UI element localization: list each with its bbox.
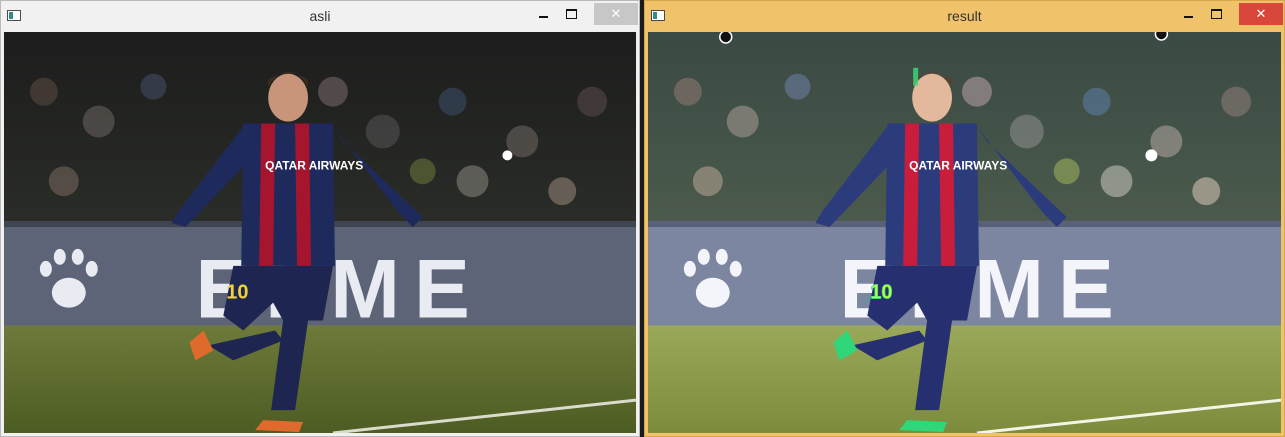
photo-result: ELME 10 QATAR AIRWAYS: [648, 32, 1281, 433]
sponsor-text: QATAR AIRWAYS: [909, 158, 1007, 172]
close-icon: ✕: [1255, 6, 1267, 21]
minimize-icon: [1183, 16, 1193, 18]
title-bar[interactable]: result ✕: [645, 1, 1284, 31]
title-bar[interactable]: asli ✕: [1, 1, 639, 31]
sponsor-text: QATAR AIRWAYS: [265, 158, 363, 172]
minimize-icon: [538, 16, 548, 18]
image-view-asli: ELME 10 QATAR AIRWAYS: [4, 32, 636, 433]
maximize-button[interactable]: [1194, 3, 1238, 25]
light-spot: [502, 150, 513, 161]
maximize-button[interactable]: [549, 3, 593, 25]
light-spot: [1145, 149, 1158, 162]
close-button[interactable]: ✕: [1239, 3, 1283, 25]
detection-marker: [719, 32, 733, 44]
maximize-icon: [1210, 9, 1222, 19]
face-highlight: [913, 67, 919, 86]
close-icon: ✕: [610, 6, 622, 21]
close-button[interactable]: ✕: [594, 3, 638, 25]
pitch: [648, 325, 1281, 433]
maximize-icon: [565, 9, 577, 19]
pitch: [4, 325, 636, 433]
image-view-result: ELME 10 QATAR AIRWAYS: [648, 32, 1281, 433]
photo-original: ELME 10 QATAR AIRWAYS: [4, 32, 636, 433]
shorts-number: 10: [870, 282, 892, 304]
shorts-number: 10: [226, 282, 248, 304]
window-result[interactable]: result ✕ ELME 10 QATAR AIRWAYS: [644, 0, 1285, 437]
detection-marker: [1154, 32, 1169, 41]
window-asli[interactable]: asli ✕ ELME 10 QATAR AIRWAYS: [0, 0, 640, 437]
